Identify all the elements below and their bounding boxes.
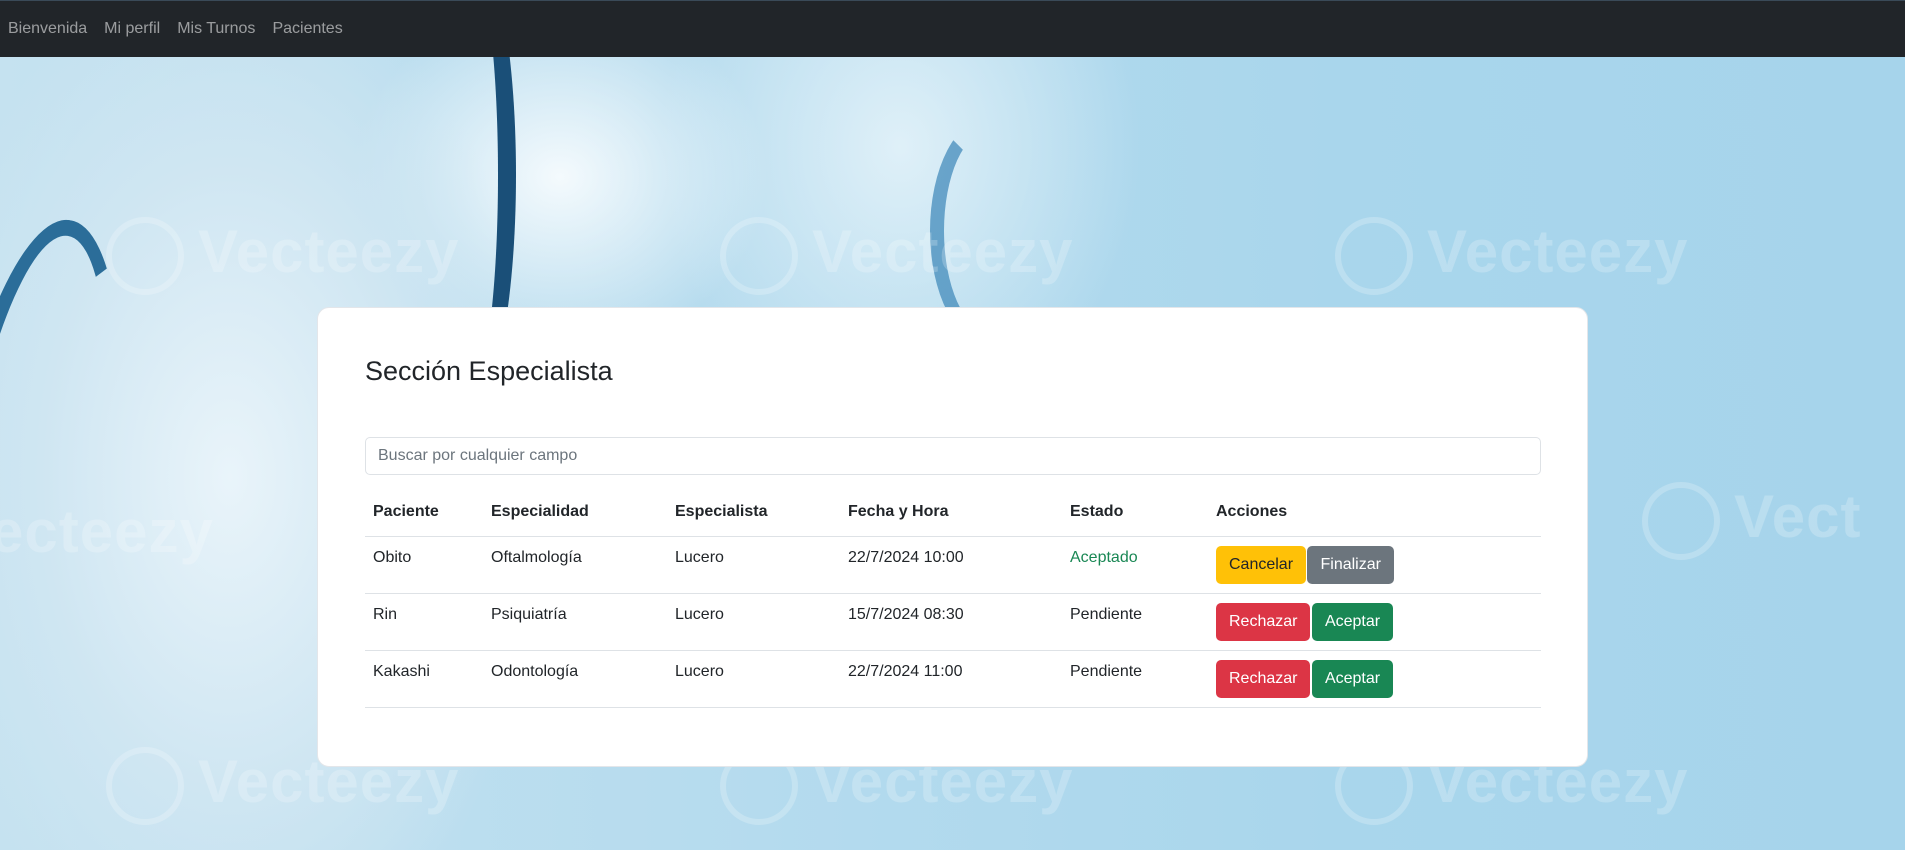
table-header-row: Paciente Especialidad Especialista Fecha… <box>365 489 1541 537</box>
cell-fecha: 22/7/2024 10:00 <box>840 536 1062 594</box>
search-input[interactable] <box>365 437 1541 475</box>
cell-especialidad: Psiquiatría <box>483 593 667 651</box>
top-navbar: Bienvenida Mi perfil Mis Turnos Paciente… <box>0 0 1905 57</box>
column-header-especialidad: Especialidad <box>483 489 667 537</box>
watermark-logo: Vect <box>1642 482 1861 561</box>
column-header-estado: Estado <box>1062 489 1208 537</box>
cell-acciones: Rechazar Aceptar <box>1208 593 1541 651</box>
cell-acciones: Rechazar Aceptar <box>1208 650 1541 708</box>
cell-paciente: Kakashi <box>365 650 483 708</box>
watermark-logo: Vecteezy <box>720 217 1074 296</box>
nav-link-bienvenida[interactable]: Bienvenida <box>8 20 87 38</box>
status-badge: Aceptado <box>1070 548 1138 566</box>
nav-link-mi-perfil[interactable]: Mi perfil <box>104 20 160 38</box>
cell-especialista: Lucero <box>667 650 840 708</box>
finalizar-button[interactable]: Finalizar <box>1307 545 1394 584</box>
rechazar-button[interactable]: Rechazar <box>1216 602 1311 641</box>
cell-especialidad: Oftalmología <box>483 536 667 594</box>
table-row: Obito Oftalmología Lucero 22/7/2024 10:0… <box>365 536 1541 594</box>
cell-fecha: 22/7/2024 11:00 <box>840 650 1062 708</box>
rechazar-button[interactable]: Rechazar <box>1216 659 1311 698</box>
table-row: Kakashi Odontología Lucero 22/7/2024 11:… <box>365 650 1541 708</box>
watermark-logo: Vecteezy <box>1335 217 1689 296</box>
cell-acciones: Cancelar Finalizar <box>1208 536 1541 594</box>
cell-estado: Pendiente <box>1062 650 1208 708</box>
column-header-fecha-hora: Fecha y Hora <box>840 489 1062 537</box>
table-row: Rin Psiquiatría Lucero 15/7/2024 08:30 P… <box>365 593 1541 651</box>
status-badge: Pendiente <box>1070 662 1143 680</box>
cell-fecha: 15/7/2024 08:30 <box>840 593 1062 651</box>
column-header-paciente: Paciente <box>365 489 483 537</box>
cell-paciente: Obito <box>365 536 483 594</box>
cancelar-button[interactable]: Cancelar <box>1216 545 1307 584</box>
watermark-logo: ecteezy <box>0 498 214 565</box>
cell-estado: Aceptado <box>1062 536 1208 594</box>
cell-especialidad: Odontología <box>483 650 667 708</box>
cell-especialista: Lucero <box>667 593 840 651</box>
aceptar-button[interactable]: Aceptar <box>1311 659 1394 698</box>
cell-paciente: Rin <box>365 593 483 651</box>
watermark-logo: Vecteezy <box>106 217 460 296</box>
column-header-especialista: Especialista <box>667 489 840 537</box>
especialista-card: Sección Especialista Paciente Especialid… <box>317 307 1588 767</box>
page-title: Sección Especialista <box>365 356 613 386</box>
cell-especialista: Lucero <box>667 536 840 594</box>
column-header-acciones: Acciones <box>1208 489 1541 537</box>
aceptar-button[interactable]: Aceptar <box>1311 602 1394 641</box>
status-badge: Pendiente <box>1070 605 1143 623</box>
nav-link-pacientes[interactable]: Pacientes <box>272 20 342 38</box>
turnos-table: Paciente Especialidad Especialista Fecha… <box>365 489 1541 708</box>
nav-link-mis-turnos[interactable]: Mis Turnos <box>177 20 255 38</box>
cell-estado: Pendiente <box>1062 593 1208 651</box>
